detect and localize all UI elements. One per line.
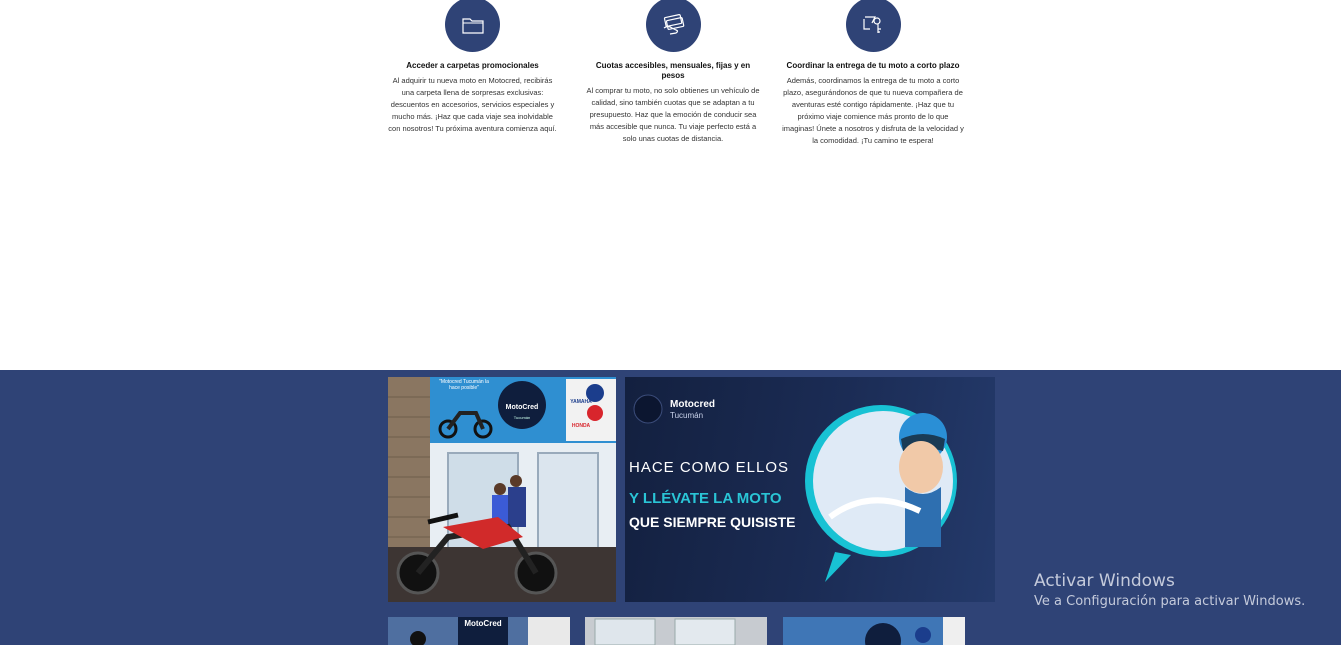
watermark-title: Activar Windows bbox=[1034, 571, 1175, 591]
promo-headline-2: Y LLÉVATE LA MOTO bbox=[629, 490, 782, 507]
promo-brand: Motocred bbox=[670, 399, 715, 410]
feature-installments: Cuotas accesibles, mensuales, fijas y en… bbox=[580, 0, 766, 145]
money-hand-icon bbox=[645, 0, 701, 52]
promo-brand-sub: Tucumán bbox=[670, 411, 704, 420]
promo-headline-1: HACE COMO ELLOS bbox=[629, 459, 790, 476]
key-hand-icon bbox=[845, 0, 901, 52]
promo-banner[interactable]: Motocred Tucumán HACE COMO ELLOS Y LLÉVA… bbox=[625, 377, 995, 602]
feature-title: Cuotas accesibles, mensuales, fijas y en… bbox=[595, 61, 751, 80]
feature-description: Además, coordinamos la entrega de tu mot… bbox=[782, 76, 964, 145]
store-photo[interactable]: "Motocred Tucumán la hace posible" MotoC… bbox=[388, 377, 616, 602]
sign-city: Tucumán bbox=[513, 415, 531, 420]
watermark-subtitle: Ve a Configuración para activar Windows. bbox=[1034, 594, 1306, 609]
sign-yamaha: YAMAHA bbox=[570, 399, 592, 405]
feature-promo-folders: Acceder a carpetas promocionales Al adqu… bbox=[384, 0, 561, 135]
windows-activation-watermark: Activar Windows Ve a Configuración para … bbox=[1034, 571, 1305, 609]
feature-title: Acceder a carpetas promocionales bbox=[406, 61, 539, 70]
gallery-thumb[interactable]: MotoCred bbox=[388, 617, 570, 645]
feature-title: Coordinar la entrega de tu moto a corto … bbox=[786, 61, 960, 70]
sign-honda: HONDA bbox=[571, 423, 591, 429]
features-section: Acceder a carpetas promocionales Al adqu… bbox=[0, 0, 1341, 370]
gallery-thumb[interactable] bbox=[585, 617, 767, 645]
sign-brand: MotoCred bbox=[505, 404, 539, 411]
folder-icon bbox=[445, 0, 500, 52]
feature-description: Al adquirir tu nueva moto en Motocred, r… bbox=[388, 76, 557, 133]
thumb-brand: MotoCred bbox=[464, 619, 502, 628]
promo-headline-3: QUE SIEMPRE QUISISTE bbox=[629, 514, 796, 530]
sign-slogan: "Motocred Tucumán la hace posible" bbox=[439, 379, 489, 391]
gallery-thumb[interactable] bbox=[783, 617, 965, 645]
feature-delivery: Coordinar la entrega de tu moto a corto … bbox=[780, 0, 966, 147]
feature-description: Al comprar tu moto, no solo obtienes un … bbox=[586, 86, 760, 143]
